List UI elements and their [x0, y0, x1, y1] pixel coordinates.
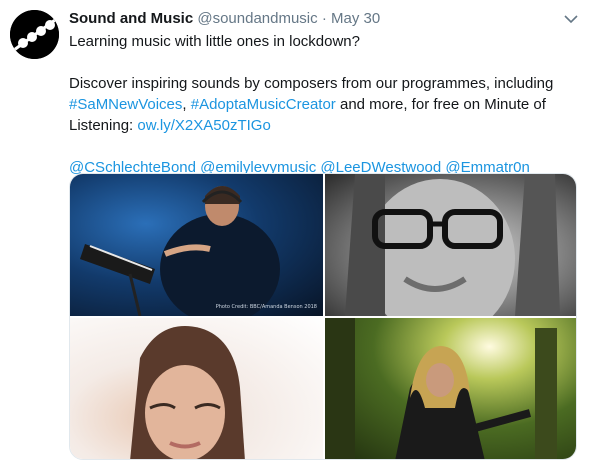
photo-woman-glasses[interactable] [325, 174, 576, 316]
hashtag-adoptamusiccreator[interactable]: #AdoptaMusicCreator [191, 96, 336, 113]
portrait-glasses-illustration [345, 174, 560, 316]
tweet-text: Learning music with little ones in lockd… [69, 31, 569, 178]
photo-conductor[interactable]: Photo Credit: BBC/Amanda Benson 2018 [70, 174, 323, 316]
chevron-down-icon [564, 15, 578, 24]
forest-portrait-illustration [325, 318, 557, 459]
conductor-illustration [80, 186, 280, 316]
tweet-paragraph-2: Discover inspiring sounds by composers f… [69, 73, 569, 136]
photo-woman-white[interactable] [70, 318, 323, 459]
account-name[interactable]: Sound and Music [69, 10, 193, 27]
separator-dot: · [321, 10, 327, 27]
tweet-line-1: Learning music with little ones in lockd… [69, 33, 360, 50]
account-handle[interactable]: @soundandmusic [197, 10, 317, 27]
tweet[interactable]: Sound and Music @soundandmusic · May 30 … [0, 0, 596, 470]
media-grid: Photo Credit: BBC/Amanda Benson 2018 [69, 173, 577, 460]
comma-text: , [182, 96, 191, 113]
more-options-button[interactable] [562, 10, 580, 28]
paragraph-text: Discover inspiring sounds by composers f… [69, 75, 554, 92]
hashtag-samnewvoices[interactable]: #SaMNewVoices [69, 96, 182, 113]
tweet-date[interactable]: May 30 [331, 10, 380, 27]
tweet-link[interactable]: ow.ly/X2XA50zTIGo [137, 117, 270, 134]
avatar[interactable] [10, 10, 59, 59]
sound-and-music-logo-icon [10, 10, 59, 59]
photo-forest[interactable] [325, 318, 576, 459]
portrait-white-background-illustration [130, 326, 245, 459]
tweet-header: Sound and Music @soundandmusic · May 30 [69, 9, 380, 29]
photo-credit: Photo Credit: BBC/Amanda Benson 2018 [215, 304, 317, 310]
